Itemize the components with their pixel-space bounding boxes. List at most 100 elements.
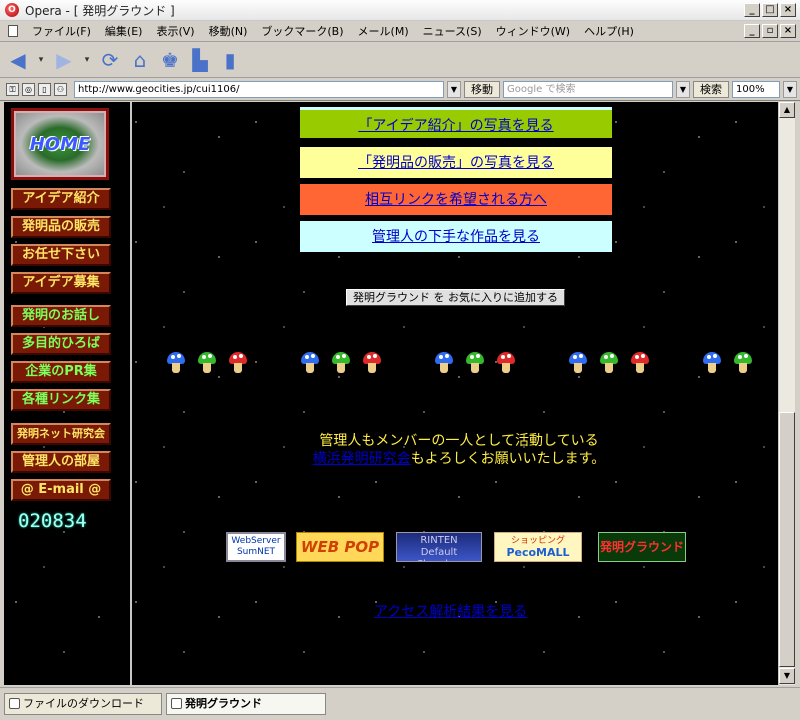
banner-rinten-line1: RINTEN xyxy=(420,535,458,546)
menu-view[interactable]: 表示(V) xyxy=(156,23,194,39)
scrollbar-thumb[interactable] xyxy=(779,412,795,667)
navigation-toolbar: ◀ ▾ ▶ ▾ ⟳ ⌂ ♚ ▙ ▮ xyxy=(0,43,800,78)
image-toggle-icon[interactable]: ◎ xyxy=(22,83,35,96)
mushroom-icon xyxy=(197,352,217,374)
menu-navigate[interactable]: 移動(N) xyxy=(209,23,248,39)
nav-email[interactable]: @ E-mail @ xyxy=(11,479,111,501)
message-line-1: 管理人もメンバーの一人として活動している xyxy=(319,433,599,449)
url-input[interactable]: http://www.geocities.jp/cui1106/ xyxy=(74,81,444,98)
nav-multipurpose-plaza[interactable]: 多目的ひろば xyxy=(11,333,111,355)
menu-news[interactable]: ニュース(S) xyxy=(423,23,482,39)
nav-product-sales[interactable]: 発明品の販売 xyxy=(11,216,111,238)
mushroom-icon xyxy=(630,352,650,374)
note-icon[interactable]: ▮ xyxy=(218,48,242,72)
reload-icon[interactable]: ⟳ xyxy=(98,48,122,72)
page-minimize-button[interactable]: _ xyxy=(744,24,760,38)
page-icon xyxy=(8,25,18,37)
close-button[interactable]: × xyxy=(780,3,796,17)
mushroom-icon xyxy=(568,352,588,374)
security-lock-icon[interactable]: ⚿ xyxy=(6,83,19,96)
forward-arrow-icon[interactable]: ▶ xyxy=(52,48,76,72)
link-mutual-links[interactable]: 相互リンクを希望される方へ xyxy=(300,184,612,218)
sidebar: HOME アイデア紹介 発明品の販売 お任せ下さい アイデア募集 発明のお話し … xyxy=(4,102,132,685)
home-icon[interactable]: ⌂ xyxy=(128,48,152,72)
banner-webpop[interactable]: WEB POP xyxy=(296,532,384,562)
home-button[interactable]: HOME xyxy=(11,108,109,180)
message-line-2: 横浜発明研究会もよろしくお願いいたします。 xyxy=(274,450,644,468)
search-input[interactable]: Google で検索 xyxy=(503,81,673,98)
mushroom-icon xyxy=(434,352,454,374)
add-favorite-button[interactable]: 発明グラウンド を お気に入りに追加する xyxy=(346,289,565,306)
go-button[interactable]: 移動 xyxy=(464,81,500,98)
scroll-up-icon[interactable]: ▲ xyxy=(779,102,795,118)
search-engine-dropdown-icon[interactable]: ▼ xyxy=(676,81,690,98)
maximize-button[interactable]: □ xyxy=(762,3,778,17)
menu-bookmarks[interactable]: ブックマーク(B) xyxy=(261,23,343,39)
mushroom-icon xyxy=(331,352,351,374)
download-icon xyxy=(9,698,20,709)
home-label: HOME xyxy=(29,133,91,155)
mushroom-icon xyxy=(733,352,753,374)
forward-history-dropdown-icon[interactable]: ▾ xyxy=(82,48,92,72)
message-line-2-rest: もよろしくお願いいたします。 xyxy=(410,451,606,467)
print-icon[interactable]: ▙ xyxy=(188,48,212,72)
tab-active-page[interactable]: 発明グラウンド xyxy=(166,693,326,715)
page-restore-button[interactable]: ▫ xyxy=(762,24,778,38)
tab-bar: ファイルのダウンロード 発明グラウンド xyxy=(0,687,800,720)
access-analysis-link[interactable]: アクセス解析結果を見る xyxy=(374,601,527,621)
mushroom-icon xyxy=(496,352,516,374)
mushroom-icon xyxy=(599,352,619,374)
opera-logo-icon: O xyxy=(5,3,19,17)
banner-webserver-line1: WebServer xyxy=(231,536,281,546)
page-info-icon[interactable]: ▯ xyxy=(38,83,51,96)
member-message: 管理人もメンバーの一人として活動している 横浜発明研究会もよろしくお願いいたしま… xyxy=(274,432,644,468)
banner-pecomall[interactable]: ショッピング PecoMALL xyxy=(494,532,582,562)
hotlist-icon[interactable]: ♚ xyxy=(158,48,182,72)
page-tab-icon xyxy=(171,698,182,709)
back-history-dropdown-icon[interactable]: ▾ xyxy=(36,48,46,72)
nav-invention-net[interactable]: 発明ネット研究会 xyxy=(11,423,111,445)
nav-invention-stories[interactable]: 発明のお話し xyxy=(11,305,111,327)
menu-window[interactable]: ウィンドウ(W) xyxy=(496,23,570,39)
link-idea-photos[interactable]: 「アイデア紹介」の写真を見る xyxy=(300,107,612,141)
vertical-scrollbar[interactable]: ▲ ▼ xyxy=(778,102,795,685)
mushroom-decoration xyxy=(166,352,766,376)
user-mode-icon[interactable]: ⚇ xyxy=(54,83,67,96)
scroll-down-icon[interactable]: ▼ xyxy=(779,668,795,684)
tab-active-label: 発明グラウンド xyxy=(185,697,262,710)
mushroom-icon xyxy=(465,352,485,374)
back-arrow-icon[interactable]: ◀ xyxy=(6,48,30,72)
zoom-dropdown-icon[interactable]: ▼ xyxy=(783,81,797,98)
link-sales-photos[interactable]: 「発明品の販売」の写真を見る xyxy=(300,147,612,181)
mushroom-icon xyxy=(228,352,248,374)
search-button[interactable]: 検索 xyxy=(693,81,729,98)
banner-webserver[interactable]: WebServer SumNET xyxy=(226,532,286,562)
nav-company-pr[interactable]: 企業のPR集 xyxy=(11,361,111,383)
menu-mail[interactable]: メール(M) xyxy=(358,23,409,39)
banner-rinten[interactable]: RINTEN Default Chamber xyxy=(396,532,482,562)
menu-file[interactable]: ファイル(F) xyxy=(32,23,91,39)
link-admin-works[interactable]: 管理人の下手な作品を見る xyxy=(300,221,612,255)
menu-help[interactable]: ヘルプ(H) xyxy=(584,23,634,39)
zoom-select[interactable]: 100% xyxy=(732,81,780,98)
tab-downloads-label: ファイルのダウンロード xyxy=(23,697,144,710)
nav-idea-intro[interactable]: アイデア紹介 xyxy=(11,188,111,210)
nav-admin-room[interactable]: 管理人の部屋 xyxy=(11,451,111,473)
nav-leave-to-us[interactable]: お任せ下さい xyxy=(11,244,111,266)
minimize-button[interactable]: _ xyxy=(744,3,760,17)
tab-downloads[interactable]: ファイルのダウンロード xyxy=(4,693,162,715)
visitor-counter: 020834 xyxy=(18,510,87,532)
title-bar: O Opera - [ 発明グラウンド ] _ □ × xyxy=(0,0,800,21)
menu-edit[interactable]: 編集(E) xyxy=(105,23,143,39)
nav-idea-recruit[interactable]: アイデア募集 xyxy=(11,272,111,294)
banner-rinten-line2: Default Chamber xyxy=(416,547,462,561)
mushroom-icon xyxy=(166,352,186,374)
page-close-button[interactable]: × xyxy=(780,24,796,38)
main-area: 「アイデア紹介」の写真を見る 「発明品の販売」の写真を見る 相互リンクを希望され… xyxy=(134,102,778,685)
window-title: Opera - [ 発明グラウンド ] xyxy=(25,3,175,18)
url-dropdown-icon[interactable]: ▼ xyxy=(447,81,461,98)
yokohama-society-link[interactable]: 横浜発明研究会 xyxy=(313,451,411,467)
banner-hatsumei-ground[interactable]: 発明グラウンド xyxy=(598,532,686,562)
nav-link-collection[interactable]: 各種リンク集 xyxy=(11,389,111,411)
address-bar: ⚿ ◎ ▯ ⚇ http://www.geocities.jp/cui1106/… xyxy=(0,79,800,101)
